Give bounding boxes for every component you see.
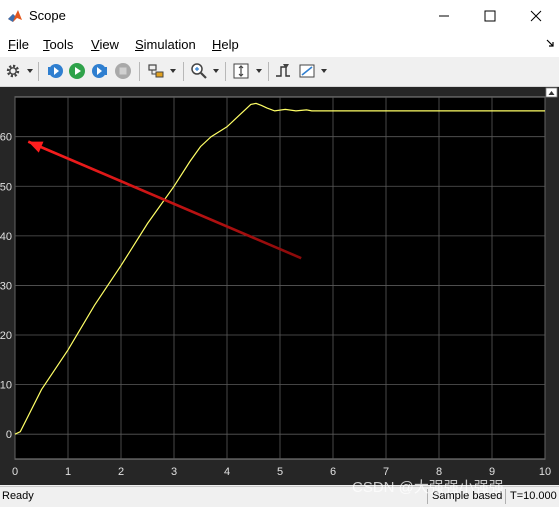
x-tick-label: 1 — [65, 466, 71, 478]
run-icon — [69, 63, 85, 79]
measure-icon — [299, 64, 315, 78]
maximize-button[interactable] — [467, 0, 513, 32]
x-tick-label: 0 — [12, 466, 18, 478]
x-tick-label: 3 — [171, 466, 177, 478]
step-forward-icon — [92, 64, 107, 78]
measure-button[interactable] — [297, 61, 317, 81]
x-tick-label: 5 — [277, 466, 283, 478]
run-button[interactable] — [67, 61, 87, 81]
step-forward-button[interactable] — [90, 61, 110, 81]
y-tick-label: 60 — [0, 132, 12, 144]
autoscale-button[interactable] — [231, 61, 251, 81]
y-tick-label: 50 — [0, 181, 12, 193]
menu-file[interactable]: File — [8, 37, 29, 52]
highlight-icon — [148, 64, 164, 78]
menu-view[interactable]: View — [91, 37, 119, 52]
scope-display[interactable]: 0 1 2 3 4 5 6 7 8 9 10 0 10 20 30 40 50 60 — [0, 87, 559, 485]
step-back-button[interactable] — [45, 61, 65, 81]
minimize-button[interactable] — [421, 0, 467, 32]
title-bar: Scope — [0, 0, 559, 32]
gear-icon — [6, 64, 20, 78]
menu-bar: File Tools View Simulation Help — [0, 32, 559, 57]
zoom-button[interactable] — [189, 61, 209, 81]
highlight-button[interactable] — [146, 61, 166, 81]
close-button[interactable] — [513, 0, 559, 32]
stop-button[interactable] — [113, 61, 133, 81]
y-tick-label: 10 — [0, 380, 12, 392]
step-back-icon — [48, 64, 63, 78]
minimize-icon — [439, 15, 449, 17]
y-tick-label: 20 — [0, 330, 12, 342]
trigger-button[interactable] — [273, 61, 293, 81]
maximize-icon — [484, 10, 496, 22]
y-tick-label: 30 — [0, 280, 12, 292]
status-ready: Ready — [2, 490, 34, 502]
x-tick-label: 10 — [539, 466, 551, 478]
x-tick-label: 4 — [224, 466, 230, 478]
toolbar — [0, 57, 559, 87]
y-tick-label: 0 — [6, 429, 12, 441]
scope-plot[interactable]: 0 1 2 3 4 5 6 7 8 9 100102030405060 — [0, 87, 559, 485]
settings-button[interactable] — [4, 61, 22, 81]
y-tick-label: 40 — [0, 231, 12, 243]
stop-icon — [115, 63, 131, 79]
matlab-icon — [8, 10, 22, 22]
autoscale-icon — [233, 63, 249, 79]
menu-tools[interactable]: Tools — [43, 37, 73, 52]
zoom-icon — [191, 63, 207, 79]
watermark: CSDN @大强强小强强 — [352, 479, 504, 496]
window-title: Scope — [29, 8, 66, 23]
status-time: T=10.000 — [505, 489, 559, 504]
x-tick-label: 2 — [118, 466, 124, 478]
menu-help[interactable]: Help — [212, 37, 239, 52]
dock-icon[interactable] — [545, 38, 555, 48]
x-tick-label: 6 — [330, 466, 336, 478]
trigger-icon — [276, 64, 290, 77]
close-icon — [530, 10, 542, 22]
menu-simulation[interactable]: Simulation — [135, 37, 196, 52]
